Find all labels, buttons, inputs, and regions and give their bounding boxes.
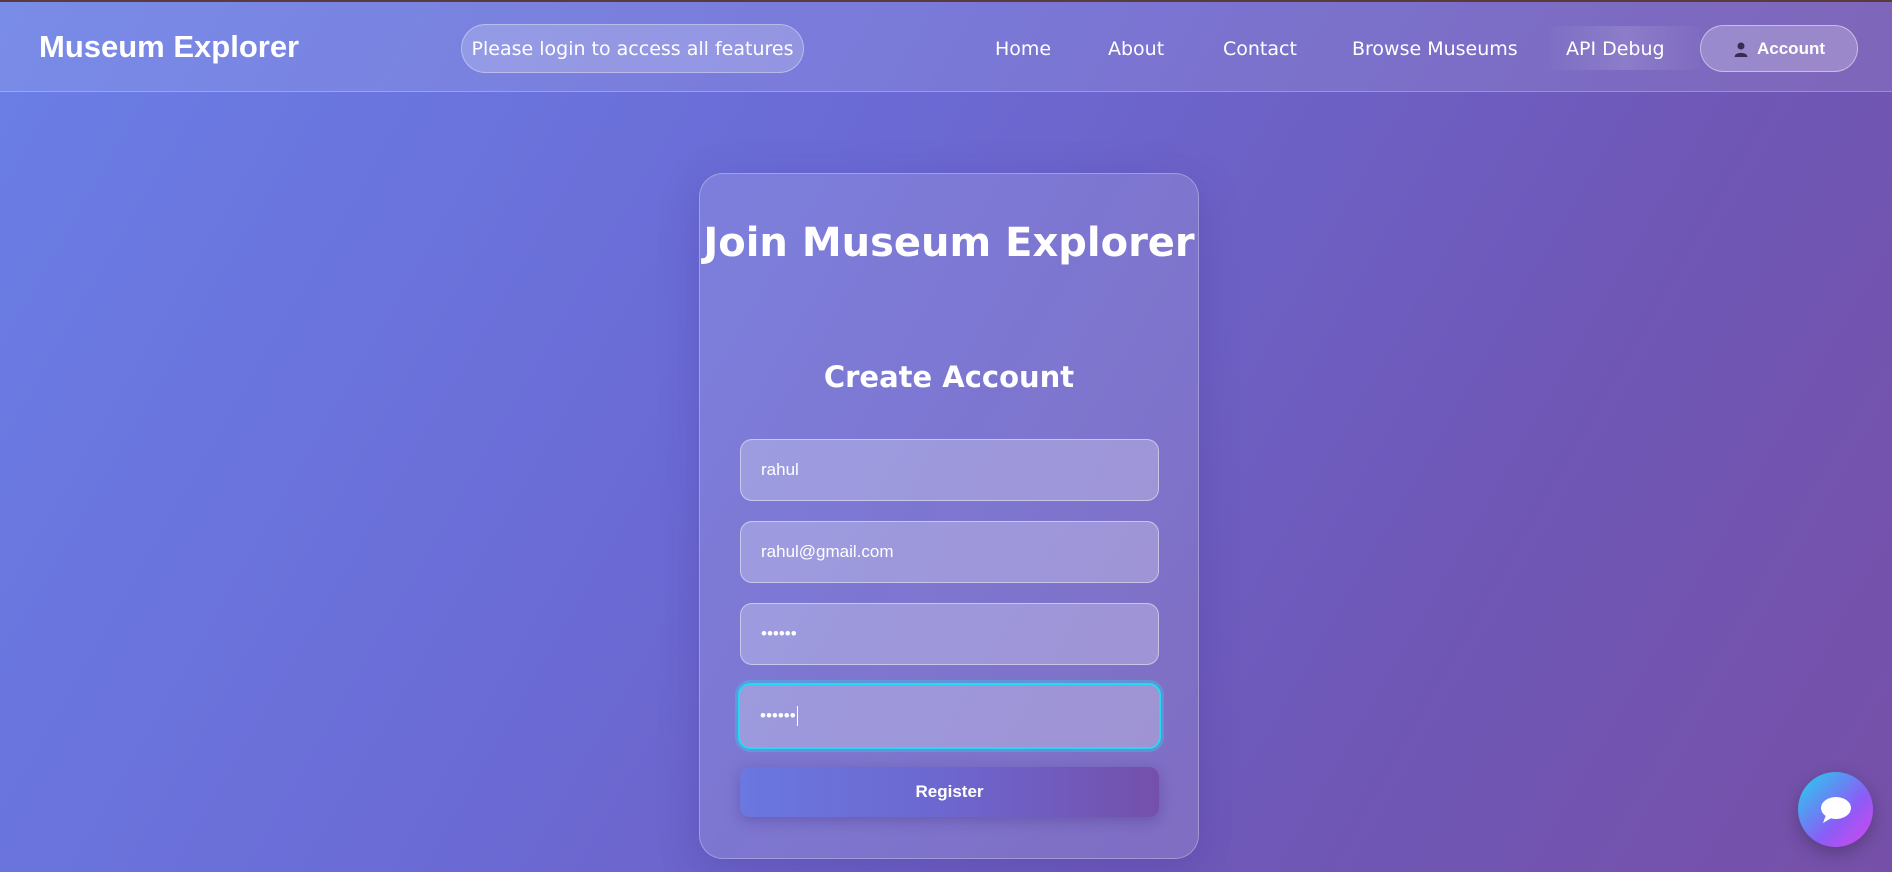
form-title: Join Museum Explorer <box>703 220 1195 266</box>
email-field[interactable]: rahul@gmail.com <box>740 521 1159 583</box>
username-field[interactable]: rahul <box>740 439 1159 501</box>
username-value: rahul <box>761 460 799 479</box>
account-button[interactable]: Account <box>1700 25 1858 72</box>
register-button[interactable]: Register <box>740 767 1159 817</box>
brand-logo-text[interactable]: Museum Explorer <box>39 29 299 65</box>
text-caret <box>796 706 798 726</box>
nav-home[interactable]: Home <box>995 38 1051 60</box>
nav-api-debug[interactable]: API Debug <box>1566 38 1665 60</box>
password-field[interactable]: •••••• <box>740 603 1159 665</box>
nav-contact[interactable]: Contact <box>1223 38 1297 60</box>
chat-bubble-icon <box>1820 796 1851 823</box>
confirm-password-value: •••••• <box>760 706 796 725</box>
password-value: •••••• <box>761 624 797 643</box>
nav-browse-museums[interactable]: Browse Museums <box>1352 38 1518 60</box>
email-value: rahul@gmail.com <box>761 542 894 561</box>
chat-button[interactable] <box>1798 772 1873 847</box>
user-icon <box>1734 42 1748 57</box>
account-label: Account <box>1757 38 1825 58</box>
nav-about[interactable]: About <box>1108 38 1164 60</box>
login-notice-badge: Please login to access all features <box>461 24 804 73</box>
top-navbar: Museum Explorer Please login to access a… <box>0 0 1892 92</box>
register-card: Join Museum Explorer Create Account rahu… <box>699 173 1199 859</box>
form-subtitle: Create Account <box>823 360 1075 394</box>
confirm-password-field[interactable]: •••••• <box>738 683 1161 749</box>
